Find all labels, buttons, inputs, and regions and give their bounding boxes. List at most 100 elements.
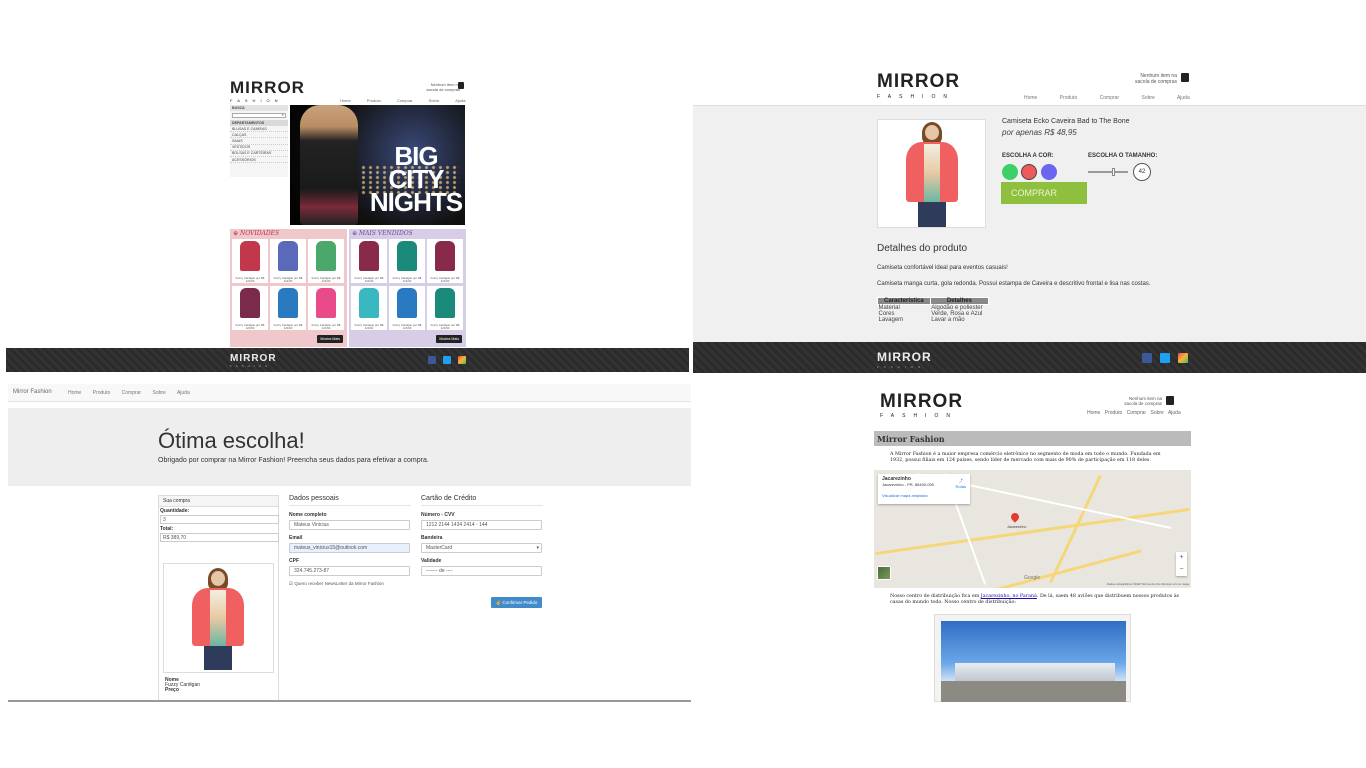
search-input[interactable]: ⌕ (232, 112, 286, 118)
home-footer: MIRROR FASHION (6, 348, 689, 372)
product-card[interactable]: Fuzzy Cardigan por R$ 129,90 (270, 286, 306, 330)
product-thumbnail (359, 241, 379, 271)
map-pin-icon[interactable] (1009, 511, 1021, 523)
product-thumbnail (359, 288, 379, 318)
home-page-screenshot: MIRROR FASHION Nenhum item na sacola de … (6, 74, 689, 372)
zoom-out-icon[interactable]: − (1176, 564, 1187, 576)
buy-button[interactable]: COMPRAR (1001, 182, 1087, 204)
category-link[interactable]: ACESSÓRIOS (230, 157, 288, 164)
shopping-bag-icon[interactable] (458, 82, 464, 89)
satellite-toggle[interactable] (877, 566, 891, 580)
logo-subtitle: FASHION (230, 98, 283, 103)
distribution-center-link[interactable]: Jacarezinho, no Paraná (981, 594, 1037, 599)
nav-sobre[interactable]: Sobre (1141, 95, 1154, 101)
hero-banner[interactable]: BIG CITY NIGHTS (290, 105, 465, 225)
twitter-icon[interactable] (1160, 353, 1170, 363)
product-logo[interactable]: MIRROR FASHION (877, 71, 960, 100)
product-card[interactable]: Fuzzy Cardigan por R$ 129,90 (232, 239, 268, 283)
mais-vendidos-panel: ⊕ MAIS VENDIDOS Fuzzy Cardigan por R$ 12… (349, 229, 466, 347)
map-place-card: Jacarezinho Jacarezinho - PR, 86400-000 … (878, 474, 970, 504)
footer-logo: MIRROR FASHION (230, 353, 277, 368)
googleplus-icon[interactable] (1178, 353, 1188, 363)
scrollbar-track[interactable] (8, 700, 691, 702)
facebook-icon[interactable] (1142, 353, 1152, 363)
name-field[interactable]: Mateus Vinicius (289, 520, 410, 530)
show-more-button[interactable]: Mostra Mais (317, 335, 343, 343)
newsletter-option[interactable]: ☑ Quero receber NewsLetter da Mirror Fas… (289, 581, 411, 587)
about-nav: Home Produto Comprar Sobre Ajuda (1087, 410, 1184, 416)
color-swatch-rose[interactable] (1021, 164, 1037, 180)
name-label: Nome completo (289, 512, 327, 518)
validity-field[interactable]: ------- de ---- (421, 566, 542, 576)
nav-comprar[interactable]: Comprar (1127, 410, 1146, 416)
nav-sobre[interactable]: Sobre (152, 390, 165, 396)
about-page-screenshot: MIRROR FASHION Nenhum item na sacola de … (874, 386, 1191, 702)
head (211, 571, 225, 586)
facebook-icon[interactable] (428, 356, 436, 364)
nav-ajuda[interactable]: Ajuda (455, 98, 465, 103)
googleplus-icon[interactable] (458, 356, 466, 364)
para2-text-a: Nosso centro de distribuição fica em (890, 594, 980, 599)
product-card[interactable]: Fuzzy Cardigan por R$ 129,90 (427, 239, 463, 283)
nav-ajuda[interactable]: Ajuda (1177, 95, 1190, 101)
product-card[interactable]: Fuzzy Cardigan por R$ 129,90 (232, 286, 268, 330)
twitter-icon[interactable] (443, 356, 451, 364)
quantity-label: Quantidade: (160, 508, 190, 514)
product-caption: Fuzzy Cardigan por R$ 129,90 (235, 323, 265, 330)
nav-produto[interactable]: Produto (1060, 95, 1078, 101)
map-enlarge-link[interactable]: Visualizar mapa ampliado (882, 493, 966, 498)
nav-home[interactable]: Home (1087, 410, 1100, 416)
size-slider-knob[interactable] (1112, 168, 1115, 176)
color-swatch-blue[interactable] (1041, 164, 1057, 180)
shopping-bag-icon[interactable] (1181, 73, 1189, 82)
zoom-in-icon[interactable]: + (1176, 552, 1187, 564)
product-card[interactable]: Fuzzy Cardigan por R$ 129,90 (308, 286, 344, 330)
product-card[interactable]: Fuzzy Cardigan por R$ 129,90 (308, 239, 344, 283)
embedded-map[interactable]: Jacarezinho Jacarezinho - PR, 86400-000 … (874, 470, 1191, 588)
product-thumbnail (278, 288, 298, 318)
nav-comprar[interactable]: Comprar (122, 390, 141, 396)
confirm-order-button[interactable]: ☝ Confirmar Pedido (491, 597, 542, 608)
size-slider[interactable] (1088, 168, 1128, 176)
nav-ajuda[interactable]: Ajuda (177, 390, 190, 396)
nav-produto[interactable]: Produto (367, 98, 381, 103)
map-routes[interactable]: ⤴ Rotas (956, 478, 966, 489)
product-thumbnail (316, 288, 336, 318)
nav-produto[interactable]: Produto (1105, 410, 1123, 416)
nav-sobre[interactable]: Sobre (1150, 410, 1163, 416)
nav-home[interactable]: Home (1024, 95, 1037, 101)
nav-sobre[interactable]: Sobre (429, 98, 440, 103)
navbar-brand[interactable]: Mirror Fashion (13, 389, 52, 395)
email-field[interactable]: mateus_vinicius15@outlook.com (289, 543, 410, 553)
nav-produto[interactable]: Produto (93, 390, 111, 396)
product-nav: Home Produto Comprar Sobre Ajuda (1024, 95, 1211, 101)
about-logo[interactable]: MIRROR FASHION (880, 391, 963, 419)
item-info: Nome Fuzzy Cardigan Preço (165, 678, 200, 693)
newsletter-label: Quero receber NewsLetter da Mirror Fashi… (294, 581, 384, 586)
product-card[interactable]: Fuzzy Cardigan por R$ 129,90 (389, 239, 425, 283)
nav-comprar[interactable]: Comprar (1100, 95, 1119, 101)
nav-home[interactable]: Home (68, 390, 81, 396)
checkbox-checked-icon[interactable]: ☑ (289, 581, 293, 586)
show-more-button[interactable]: Mostra Mais (436, 335, 462, 343)
product-card[interactable]: Fuzzy Cardigan por R$ 129,90 (351, 286, 387, 330)
search-icon[interactable]: ⌕ (282, 112, 284, 117)
card-number-field[interactable]: 1212 2144 1434 2414 - 144 (421, 520, 542, 530)
card-brand-select[interactable]: MasterCard ▾ (421, 543, 542, 553)
cpf-field[interactable]: 324.745.273-87 (289, 566, 410, 576)
quantity-field[interactable]: 3 (160, 515, 279, 524)
nav-ajuda[interactable]: Ajuda (1168, 410, 1181, 416)
product-card[interactable]: Fuzzy Cardigan por R$ 129,90 (389, 286, 425, 330)
novidades-label: NOVIDADES (239, 230, 280, 237)
product-card[interactable]: Fuzzy Cardigan por R$ 129,90 (351, 239, 387, 283)
home-logo[interactable]: MIRROR FASHION (230, 78, 305, 103)
color-swatch-green[interactable] (1002, 164, 1018, 180)
nav-comprar[interactable]: Comprar (397, 98, 413, 103)
product-caption: Fuzzy Cardigan por R$ 129,90 (430, 276, 460, 283)
product-card[interactable]: Fuzzy Cardigan por R$ 129,90 (270, 239, 306, 283)
shopping-bag-icon[interactable] (1166, 396, 1174, 405)
mais-vendidos-grid: Fuzzy Cardigan por R$ 129,90 Fuzzy Cardig… (351, 239, 464, 330)
nav-home[interactable]: Home (340, 98, 351, 103)
product-card[interactable]: Fuzzy Cardigan por R$ 129,90 (427, 286, 463, 330)
product-caption: Fuzzy Cardigan por R$ 129,90 (235, 276, 265, 283)
